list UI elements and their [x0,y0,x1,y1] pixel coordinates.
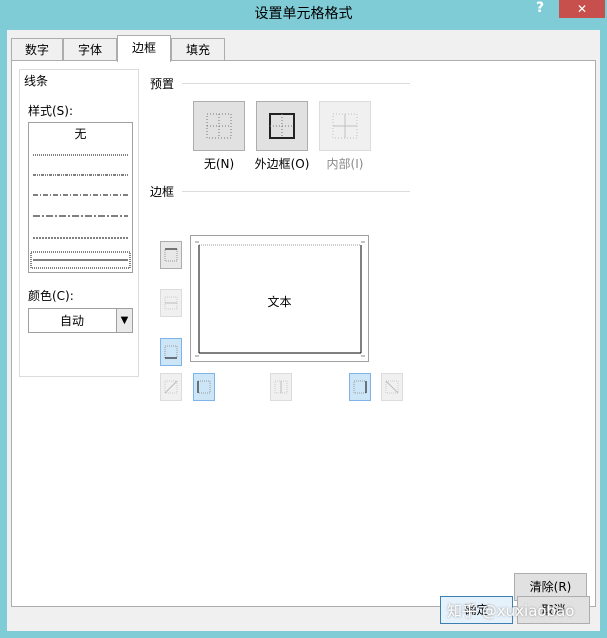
preset-inside-label: 内部(I) [326,157,364,171]
preset-none-button[interactable] [193,101,245,151]
presets-divider [182,83,410,84]
tab-font[interactable]: 字体 [63,38,117,61]
style-label: 样式(S): [28,104,74,118]
border-bottom-button[interactable] [160,338,182,366]
border-inside-horizontal-icon [164,296,178,310]
border-inside-horizontal-button[interactable] [160,289,182,317]
diagonal-down-icon [385,380,399,394]
border-top-icon [164,248,178,262]
border-divider [182,191,410,192]
border-title: 边框 [150,185,175,199]
diagonal-up-icon [164,380,178,394]
border-bottom-icon [164,345,178,359]
border-right-button[interactable] [349,373,371,401]
border-diagonal-down-button[interactable] [381,373,403,401]
line-style-list[interactable]: 无 [28,122,133,273]
border-top-button[interactable] [160,241,182,269]
preset-none-label: 无(N) [203,157,235,171]
dialog-title: 设置单元格格式 [254,6,353,22]
border-right-icon [353,380,367,394]
line-style-samples [30,154,131,269]
preset-outline-label: 外边框(O) [254,157,310,171]
border-inside-vertical-icon [274,380,288,394]
watermark: 知乎 @xuxiaobao [447,602,575,620]
border-left-button[interactable] [193,373,215,401]
preset-none-icon [206,113,232,139]
preset-outline-icon [269,113,295,139]
border-tab-panel: 线条 样式(S): 无 颜色(C): 自动 ▼ 预置 无(N) 外边框(O) 内… [11,60,596,607]
preset-inside-icon [332,113,358,139]
tab-number[interactable]: 数字 [11,38,63,61]
tab-fill[interactable]: 填充 [171,38,225,61]
help-button[interactable]: ? [529,0,551,18]
presets-title: 预置 [150,77,175,91]
lines-group: 线条 样式(S): 无 颜色(C): 自动 ▼ [19,69,139,377]
color-select-value: 自动 [59,314,84,328]
border-preview[interactable]: 文本 [190,235,369,362]
lines-group-title: 线条 [24,74,49,88]
close-button[interactable]: ✕ [559,0,605,18]
preview-text: 文本 [267,295,292,309]
border-inside-vertical-button[interactable] [270,373,292,401]
border-diagonal-up-button[interactable] [160,373,182,401]
title-bar[interactable]: 设置单元格格式 ? ✕ [0,0,607,22]
color-label: 颜色(C): [28,289,74,303]
chevron-down-icon[interactable]: ▼ [116,309,132,332]
tab-border[interactable]: 边框 [117,35,171,62]
preset-inside-button[interactable] [319,101,371,151]
preset-outline-button[interactable] [256,101,308,151]
border-left-icon [197,380,211,394]
color-select[interactable]: 自动 ▼ [28,308,133,333]
dialog-client: 数字 字体 边框 填充 线条 样式(S): 无 颜色(C): 自动 ▼ 预置 无… [7,30,600,631]
dialog-window: 设置单元格格式 ? ✕ 数字 字体 边框 填充 线条 样式(S): 无 颜色(C… [0,0,607,638]
